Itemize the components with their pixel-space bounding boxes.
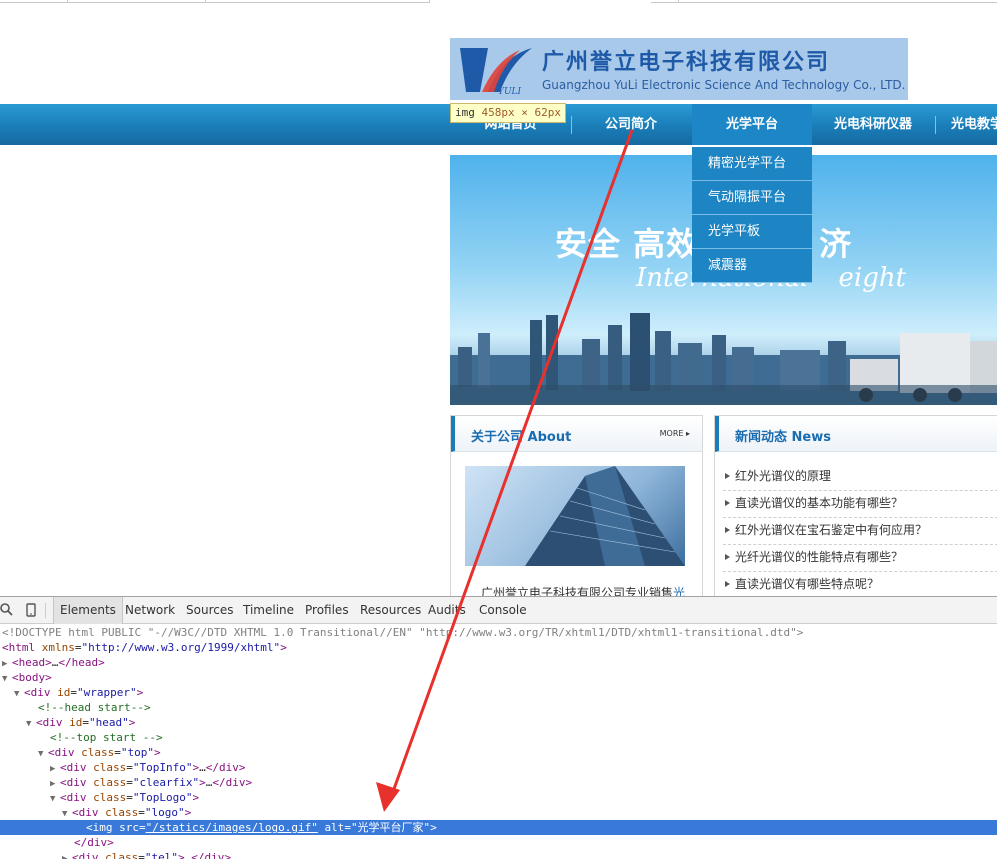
dom-line-comment-top[interactable]: <!--top start --> xyxy=(0,730,997,745)
top-class: "top" xyxy=(120,746,154,759)
dom-line-head[interactable]: ▶ <head>…</head> xyxy=(0,655,997,670)
dom-line-close-div[interactable]: </div> xyxy=(0,835,997,850)
dom-line-logo[interactable]: ▼ <div class="logo"> xyxy=(0,805,997,820)
logo-mark-icon: YULI xyxy=(460,48,532,96)
strip-seg xyxy=(679,0,997,3)
tab-profiles[interactable]: Profiles xyxy=(299,597,355,624)
tab-audits[interactable]: Audits xyxy=(422,597,472,624)
news-item[interactable]: 红外光谱仪的原理 xyxy=(723,464,997,491)
logo-mark-text: YULI xyxy=(498,87,522,96)
devtools-panel: Elements Network Sources Timeline Profil… xyxy=(0,596,997,859)
img-src[interactable]: "/statics/images/logo.gif" xyxy=(146,821,318,834)
dom-line-img-selected[interactable]: <img src="/statics/images/logo.gif" alt=… xyxy=(0,820,997,835)
chevron-right-icon: ▸ xyxy=(685,429,690,438)
clearfix-class: "clearfix" xyxy=(132,776,200,789)
news-panel-header: 新闻动态 News xyxy=(715,416,997,452)
nav-item-optical-platform[interactable]: 光学平台 xyxy=(692,104,812,145)
optical-platform-dropdown: 精密光学平台 气动隔振平台 光学平板 减震器 xyxy=(692,147,812,283)
dropdown-item-precision[interactable]: 精密光学平台 xyxy=(692,147,812,181)
nav-separator xyxy=(935,116,936,134)
banner-title-main: 安全 高效 xyxy=(555,225,700,263)
tab-sources[interactable]: Sources xyxy=(180,597,239,624)
dom-tree: <!DOCTYPE html PUBLIC "-//W3C//DTD XHTML… xyxy=(0,625,997,859)
nav-item-instruments[interactable]: 光电科研仪器 xyxy=(814,104,932,145)
head-id: "head" xyxy=(89,716,129,729)
tab-resources[interactable]: Resources xyxy=(354,597,427,624)
tab-timeline[interactable]: Timeline xyxy=(237,597,300,624)
wrapper-id: "wrapper" xyxy=(77,686,137,699)
dom-line-top-div[interactable]: ▼ <div class="top"> xyxy=(0,745,997,760)
strip-seg xyxy=(0,0,68,3)
nav-item-about[interactable]: 公司简介 xyxy=(572,104,690,145)
strip-seg xyxy=(651,0,679,3)
device-mode-icon[interactable] xyxy=(24,603,38,617)
news-panel: 新闻动态 News 红外光谱仪的原理 直读光谱仪的基本功能有哪些？ 红外光谱仪在… xyxy=(714,415,997,600)
dropdown-item-pneumatic[interactable]: 气动隔振平台 xyxy=(692,181,812,215)
dom-line-tel[interactable]: ▶ <div class="tel">…</div> xyxy=(0,850,997,859)
top-strip xyxy=(0,0,997,4)
html-val: "http://www.w3.org/1999/xhtml" xyxy=(81,641,281,654)
banner-subtitle-tail: eight xyxy=(838,263,907,293)
dropdown-item-breadboard[interactable]: 光学平板 xyxy=(692,215,812,249)
tab-elements[interactable]: Elements xyxy=(53,597,123,624)
dom-line-toplogo[interactable]: ▼ <div class="TopLogo"> xyxy=(0,790,997,805)
news-item[interactable]: 红外光谱仪在宝石鉴定中有何应用？ xyxy=(723,518,997,545)
logo-name-cn: 广州誉立电子科技有限公司 xyxy=(542,49,831,75)
tab-console[interactable]: Console xyxy=(473,597,533,624)
inspect-search-icon[interactable] xyxy=(0,603,14,617)
tab-network[interactable]: Network xyxy=(119,597,181,624)
tooltip-tag: img xyxy=(455,106,475,119)
news-list: 红外光谱仪的原理 直读光谱仪的基本功能有哪些？ 红外光谱仪在宝石鉴定中有何应用？… xyxy=(723,464,997,599)
news-item[interactable]: 光纤光谱仪的性能特点有哪些？ xyxy=(723,545,997,572)
nav-item-teaching[interactable]: 光电教学 xyxy=(940,104,997,145)
more-label: MORE xyxy=(659,429,684,438)
img-alt: "光学平台厂家" xyxy=(350,821,431,834)
dom-line-clearfix[interactable]: ▶ <div class="clearfix">…</div> xyxy=(0,775,997,790)
about-more-link[interactable]: MORE ▸ xyxy=(660,429,690,438)
tooltip-dimensions: 458px × 62px xyxy=(481,106,561,119)
dom-line-doctype[interactable]: <!DOCTYPE html PUBLIC "-//W3C//DTD XHTML… xyxy=(0,625,997,640)
tel-class: "tel" xyxy=(144,851,178,859)
news-panel-title: 新闻动态 News xyxy=(735,430,831,445)
building-image xyxy=(465,466,685,566)
collapsed-triangle-icon[interactable]: ▶ xyxy=(62,852,72,859)
dom-line-html[interactable]: <html xmlns="http://www.w3.org/1999/xhtm… xyxy=(0,640,997,655)
dom-line-wrapper[interactable]: ▼ <div id="wrapper"> xyxy=(0,685,997,700)
strip-seg xyxy=(206,0,430,3)
dom-line-head-div[interactable]: ▼ <div id="head"> xyxy=(0,715,997,730)
dom-line-comment-head[interactable]: <!--head start--> xyxy=(0,700,997,715)
strip-seg xyxy=(68,0,206,3)
about-panel-header: 关于公司 About MORE ▸ xyxy=(451,416,702,452)
about-panel-title: 关于公司 About xyxy=(471,430,572,445)
screenshot-root: YULI 广州誉立电子科技有限公司 Guangzhou YuLi Electro… xyxy=(0,0,997,859)
topinfo-class: "TopInfo" xyxy=(132,761,193,774)
toplogo-class: "TopLogo" xyxy=(132,791,193,804)
ellipsis: … xyxy=(199,761,206,774)
company-logo[interactable]: YULI 广州誉立电子科技有限公司 Guangzhou YuLi Electro… xyxy=(450,38,908,100)
logo-name-en: Guangzhou YuLi Electronic Science And Te… xyxy=(542,78,906,92)
building-graphic xyxy=(525,466,685,566)
logo-class: "logo" xyxy=(144,806,185,819)
dom-line-topinfo[interactable]: ▶ <div class="TopInfo">…</div> xyxy=(0,760,997,775)
about-panel: 关于公司 About MORE ▸ 广州誉立电子科技有限公司专业销售光 xyxy=(450,415,703,600)
news-item[interactable]: 直读光谱仪有哪些特点呢？ xyxy=(723,572,997,599)
devtools-toolbar: Elements Network Sources Timeline Profil… xyxy=(0,597,997,624)
html-attr: xmlns xyxy=(41,641,75,654)
dropdown-item-damper[interactable]: 减震器 xyxy=(692,249,812,283)
toolbar-divider xyxy=(45,603,46,618)
news-item[interactable]: 直读光谱仪的基本功能有哪些？ xyxy=(723,491,997,518)
element-size-tooltip: img 458px × 62px xyxy=(450,103,566,123)
banner-title-tail: 济 xyxy=(819,225,853,263)
dom-line-body[interactable]: ▼ <body> xyxy=(0,670,997,685)
